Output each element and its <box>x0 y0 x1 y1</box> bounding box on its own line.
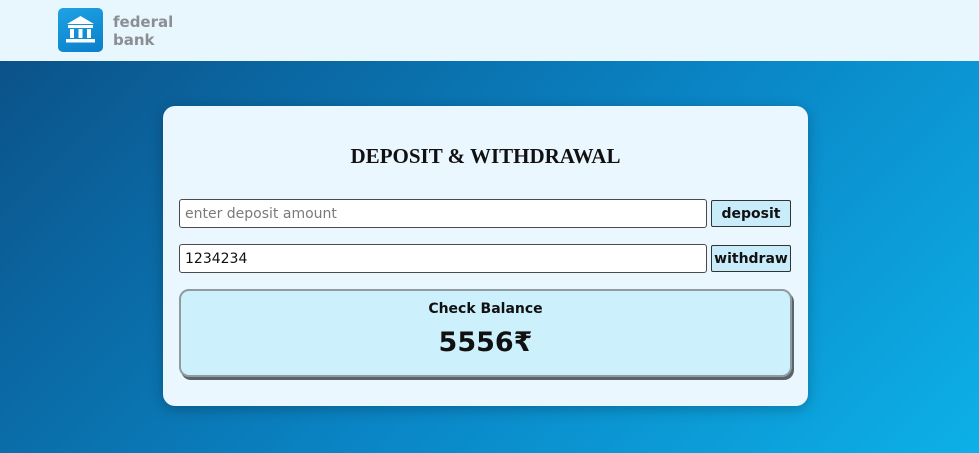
card-title: DEPOSIT & WITHDRAWAL <box>350 144 621 168</box>
top-navbar: federal bank <box>0 0 979 61</box>
check-balance-panel[interactable]: Check Balance 5556₹ <box>179 289 792 377</box>
brand-line-2: bank <box>113 31 155 49</box>
transaction-card: DEPOSIT & WITHDRAWAL deposit withdraw Ch… <box>163 106 808 406</box>
bank-building-icon <box>66 16 95 43</box>
bank-logo[interactable] <box>58 8 103 52</box>
withdraw-amount-input[interactable] <box>179 244 707 273</box>
deposit-button[interactable]: deposit <box>711 200 791 227</box>
balance-label: Check Balance <box>428 301 543 317</box>
brand-name: federal bank <box>113 13 173 49</box>
balance-value: 5556₹ <box>438 327 533 358</box>
withdraw-button[interactable]: withdraw <box>711 245 791 272</box>
brand-line-1: federal <box>113 13 174 31</box>
deposit-amount-input[interactable] <box>179 199 707 228</box>
